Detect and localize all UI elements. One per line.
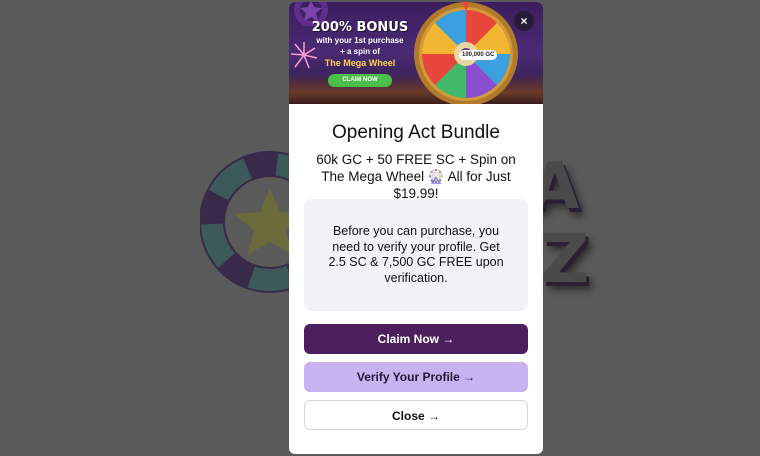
banner-wheel-name: The Mega Wheel <box>324 58 396 68</box>
wheel-value-label: 100,000 GC <box>459 50 498 60</box>
verify-profile-button[interactable]: Verify Your Profile → <box>304 362 528 392</box>
banner-claim-button[interactable]: CLAIM NOW <box>328 74 392 87</box>
modal-subtitle: 60k GC + 50 FREE SC + Spin on The Mega W… <box>316 152 516 201</box>
banner-headline: 200% BONUS <box>311 20 409 35</box>
banner-line-2: + a spin of <box>340 47 380 56</box>
claim-now-button[interactable]: Claim Now → <box>304 324 528 354</box>
verification-notice: Before you can purchase, you need to ver… <box>304 199 528 311</box>
banner-line-1: with your 1st purchase <box>316 36 404 45</box>
modal-title: Opening Act Bundle <box>332 122 500 143</box>
bundle-modal: 200% BONUS with your 1st purchase + a sp… <box>289 2 543 454</box>
promo-banner: 200% BONUS with your 1st purchase + a sp… <box>289 2 543 104</box>
background-letter-z: Z <box>540 220 590 299</box>
banner-text: 200% BONUS with your 1st purchase + a sp… <box>295 20 425 87</box>
close-icon[interactable]: × <box>514 11 534 31</box>
close-button[interactable]: Close → <box>304 400 528 430</box>
verification-notice-text: Before you can purchase, you need to ver… <box>328 224 504 285</box>
